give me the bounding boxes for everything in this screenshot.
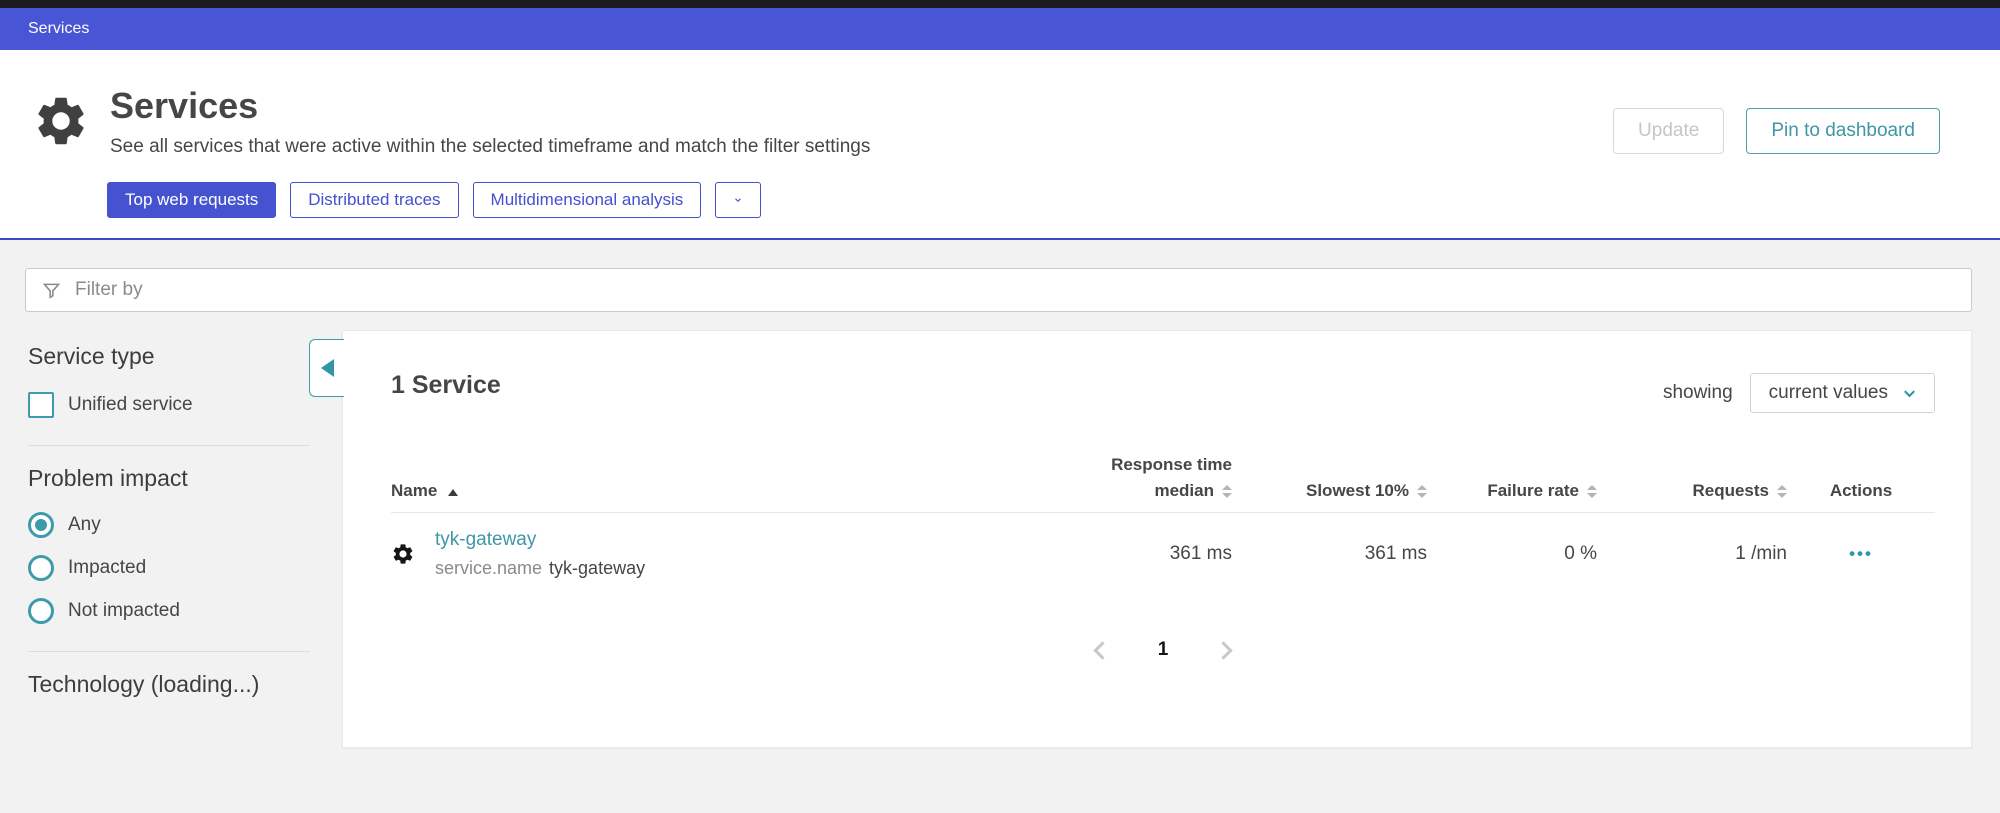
column-header-requests[interactable]: Requests bbox=[1597, 481, 1787, 501]
current-page-number: 1 bbox=[1158, 639, 1169, 661]
sidebar-divider bbox=[28, 651, 310, 652]
column-header-failure-rate[interactable]: Failure rate bbox=[1427, 481, 1597, 501]
sort-icon bbox=[1587, 485, 1597, 498]
radio-impacted-row[interactable]: Impacted bbox=[28, 555, 310, 581]
more-tabs-button[interactable] bbox=[715, 182, 761, 218]
content-area: Service type Unified service Problem imp… bbox=[0, 268, 2000, 813]
column-header-name[interactable]: Name bbox=[391, 481, 997, 501]
column-header-slowest[interactable]: Slowest 10% bbox=[1232, 481, 1427, 501]
radio-impacted-label: Impacted bbox=[68, 557, 146, 579]
row-actions-button[interactable]: ••• bbox=[1787, 544, 1935, 564]
pagination: 1 bbox=[391, 635, 1935, 665]
sidebar-divider bbox=[28, 445, 310, 446]
column-header-response-time[interactable]: Response time median bbox=[997, 455, 1232, 501]
next-page-button[interactable] bbox=[1208, 635, 1238, 665]
tab-top-web-requests[interactable]: Top web requests bbox=[107, 182, 276, 218]
problem-impact-heading: Problem impact bbox=[28, 465, 310, 492]
chevron-down-icon bbox=[733, 190, 743, 210]
service-count-title: 1 Service bbox=[391, 371, 501, 400]
values-mode-selected: current values bbox=[1769, 382, 1888, 404]
meta-key: service.name bbox=[435, 558, 542, 578]
cell-slowest-10: 361 ms bbox=[1232, 543, 1427, 565]
previous-page-button[interactable] bbox=[1088, 635, 1118, 665]
radio-not-impacted-row[interactable]: Not impacted bbox=[28, 598, 310, 624]
breadcrumb[interactable]: Services bbox=[28, 20, 89, 38]
cell-failure-rate: 0 % bbox=[1427, 543, 1597, 565]
service-name-link[interactable]: tyk-gateway bbox=[435, 529, 536, 550]
update-button[interactable]: Update bbox=[1613, 108, 1724, 154]
cell-requests: 1 /min bbox=[1597, 543, 1787, 565]
table-header-row: Name Response time median Slowest 10% Fa… bbox=[391, 455, 1935, 513]
unified-service-checkbox-row[interactable]: Unified service bbox=[28, 392, 310, 418]
radio-unselected-icon[interactable] bbox=[28, 555, 54, 581]
pin-to-dashboard-button[interactable]: Pin to dashboard bbox=[1746, 108, 1940, 154]
triangle-left-icon bbox=[321, 359, 334, 377]
services-gear-icon bbox=[32, 92, 90, 150]
sort-icon bbox=[1777, 485, 1787, 498]
chevron-right-icon bbox=[1214, 641, 1232, 659]
service-gear-icon bbox=[391, 542, 415, 566]
services-panel: 1 Service showing current values Name Re… bbox=[342, 330, 1972, 748]
page-subtitle: See all services that were active within… bbox=[110, 136, 870, 158]
tab-multidimensional-analysis[interactable]: Multidimensional analysis bbox=[473, 182, 702, 218]
sort-ascending-icon bbox=[448, 489, 458, 496]
radio-any-label: Any bbox=[68, 514, 101, 536]
services-table: Name Response time median Slowest 10% Fa… bbox=[391, 455, 1935, 597]
showing-label: showing bbox=[1663, 382, 1733, 404]
page-header: Services See all services that were acti… bbox=[0, 50, 2000, 240]
checkbox-unchecked-icon[interactable] bbox=[28, 392, 54, 418]
chevron-left-icon bbox=[1094, 641, 1112, 659]
collapse-sidebar-button[interactable] bbox=[309, 339, 344, 397]
filter-bar bbox=[25, 268, 1972, 312]
top-nav-bar: Services bbox=[0, 8, 2000, 50]
sort-icon bbox=[1417, 485, 1427, 498]
radio-unselected-icon[interactable] bbox=[28, 598, 54, 624]
radio-not-impacted-label: Not impacted bbox=[68, 600, 180, 622]
service-type-heading: Service type bbox=[28, 343, 310, 370]
column-header-actions: Actions bbox=[1787, 481, 1935, 501]
chevron-down-icon bbox=[1900, 384, 1919, 403]
radio-any-row[interactable]: Any bbox=[28, 512, 310, 538]
window-chrome-strip bbox=[0, 0, 2000, 8]
page-title: Services bbox=[110, 86, 870, 126]
values-mode-dropdown[interactable]: current values bbox=[1750, 373, 1935, 413]
tab-distributed-traces[interactable]: Distributed traces bbox=[290, 182, 458, 218]
table-row: tyk-gateway service.name tyk-gateway 361 … bbox=[391, 513, 1935, 597]
unified-service-label: Unified service bbox=[68, 394, 193, 416]
sort-icon bbox=[1222, 485, 1232, 498]
filter-sidebar: Service type Unified service Problem imp… bbox=[0, 330, 342, 698]
cell-response-time-median: 361 ms bbox=[997, 543, 1232, 565]
analysis-tabs: Top web requests Distributed traces Mult… bbox=[107, 182, 2000, 218]
meta-value: tyk-gateway bbox=[549, 558, 645, 578]
filter-funnel-icon bbox=[41, 280, 62, 301]
service-meta: service.name tyk-gateway bbox=[435, 558, 645, 579]
problem-impact-radio-group: Any Impacted Not impacted bbox=[28, 512, 310, 624]
radio-selected-icon[interactable] bbox=[28, 512, 54, 538]
technology-heading: Technology (loading...) bbox=[28, 671, 310, 698]
filter-input[interactable] bbox=[75, 279, 1956, 301]
